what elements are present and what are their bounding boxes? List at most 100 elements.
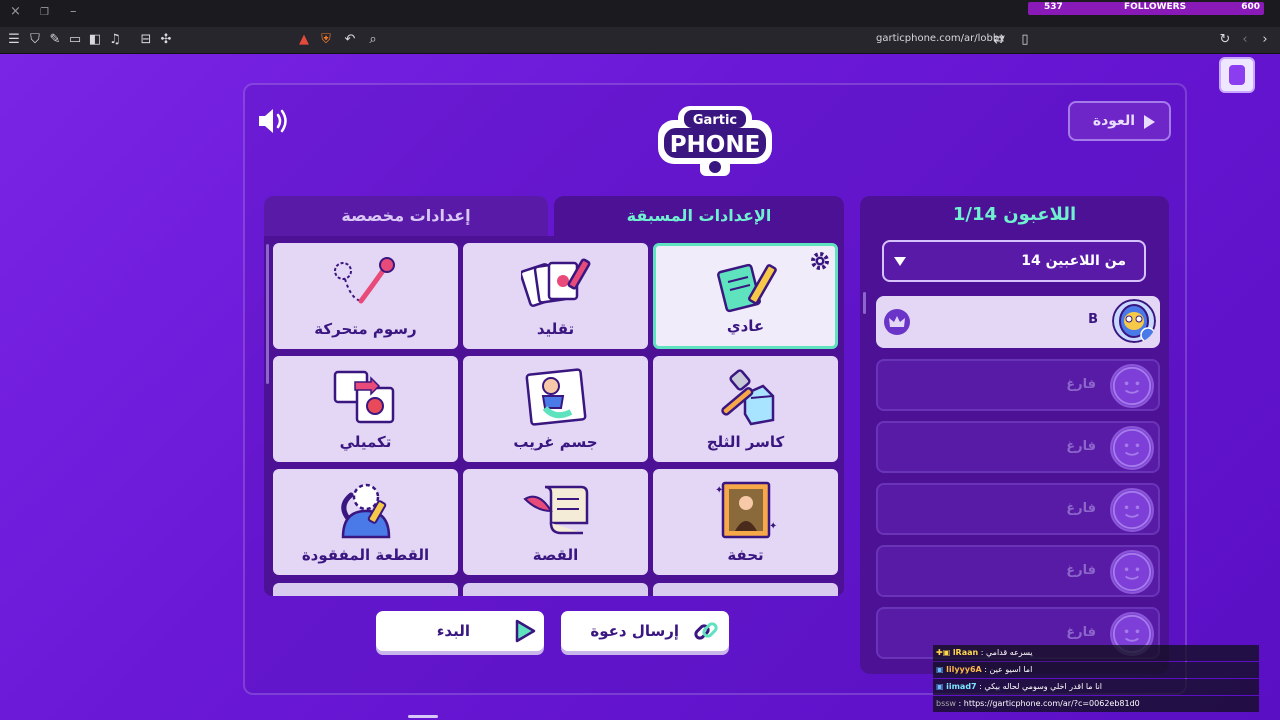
mode-title: تكميلي [339, 433, 392, 451]
address-bar-url[interactable]: garticphone.com/ar/lobby [876, 33, 1005, 44]
mode-title: رسوم متحركة [314, 320, 417, 338]
play-icon [515, 619, 536, 643]
chat-message: ▣ iimad7 : انا ما اقدر اخلي وسومي لحاله … [933, 679, 1259, 695]
notepad-pencil-icon [717, 263, 777, 313]
site-settings-icon[interactable]: ⇄ [991, 32, 1007, 48]
link-icon [694, 622, 718, 640]
undo-icon[interactable]: ↶ [342, 32, 358, 48]
animation-path-icon [334, 257, 395, 304]
mode-title: جسم غريب [513, 433, 598, 451]
restore-window-icon[interactable]: ❐ [40, 7, 49, 18]
invite-button-label: إرسال دعوة [590, 622, 679, 640]
window-icon[interactable]: ⊟ [138, 32, 154, 48]
reload-icon[interactable]: ↻ [1217, 32, 1233, 48]
gartic-phone-logo: Gartic PHONE [658, 106, 772, 176]
forward-nav-icon[interactable]: › [1257, 32, 1273, 48]
hammer-ice-icon [721, 369, 775, 426]
gear-icon[interactable] [810, 251, 830, 271]
mode-card-complement[interactable]: تكميلي [273, 356, 458, 462]
empty-avatar-icon [1110, 364, 1154, 408]
mode-card-missing-piece[interactable]: القطعة المفقودة [273, 469, 458, 575]
cards-pencil-icon [521, 258, 591, 307]
mode-title: القطعة المفقودة [301, 546, 430, 564]
mode-card-imitation[interactable]: تقليد [463, 243, 648, 349]
empty-slot-label: فارغ [1066, 377, 1096, 392]
tabs-icon[interactable]: ▭ [67, 32, 83, 48]
bookmark-icon[interactable]: ▯ [1017, 32, 1033, 48]
empty-slot-label: فارغ [1066, 439, 1096, 454]
mode-card-icebreaker[interactable]: كاسر الثلج [653, 356, 838, 462]
mode-card-weird-body[interactable]: جسم غريب [463, 356, 648, 462]
player-slot[interactable]: B [876, 296, 1160, 348]
start-button-label: البدء [436, 622, 470, 640]
logo-bottom-text: PHONE [670, 132, 761, 158]
players-panel: اللاعبون 1/14 14 من اللاعبين B فارغ فارغ… [860, 196, 1169, 674]
chat-text: https://garticphone.com/ar/?c=0062eb81d0 [963, 699, 1140, 708]
chat-user: bssw [936, 699, 956, 708]
mode-title: كاسر الثلج [706, 433, 785, 451]
sidebar-icon[interactable]: ◧ [87, 32, 103, 48]
players-scrollbar[interactable] [863, 292, 866, 314]
mode-card-normal[interactable]: عادي [653, 243, 838, 349]
zoom-icon[interactable]: ⌕ [365, 32, 381, 48]
chat-user: lilyyy6A [946, 665, 982, 674]
mona-lisa-frame-icon: ✦ ✦ [715, 481, 777, 539]
max-players-select[interactable]: 14 من اللاعبين [882, 240, 1146, 282]
followers-goal-bar: 537 FOLLOWERS 600 [1028, 2, 1264, 15]
empty-slot-label: فارغ [1066, 625, 1096, 640]
tab-custom-settings[interactable]: إعدادات مخصصة [264, 196, 548, 236]
warning-icon[interactable]: ▲ [296, 32, 312, 48]
scroll-indicator [408, 715, 438, 718]
extension-avatar-icon[interactable] [1219, 57, 1255, 93]
pin-icon[interactable]: ✎ [47, 32, 63, 48]
chat-message: ▣ lilyyy6A : اما اسيو عين [933, 662, 1259, 678]
chat-text: اما اسيو عين [989, 665, 1033, 674]
players-title: اللاعبون 1/14 [952, 204, 1077, 225]
empty-slot-label: فارغ [1066, 563, 1096, 578]
crown-icon[interactable] [884, 309, 910, 335]
back-button-label: العودة [1092, 113, 1135, 129]
mode-title: عادي [726, 317, 765, 335]
player-slot-empty: فارغ [876, 483, 1160, 535]
sound-icon[interactable] [257, 106, 291, 136]
player-name: B [1088, 312, 1098, 327]
stream-chat-overlay: ✚▣ lRaan : يسرعه قدامي ▣ lilyyy6A : اما … [933, 645, 1259, 713]
minimize-window-icon[interactable]: – [70, 4, 77, 19]
brave-shield-icon[interactable]: ⛨ [318, 32, 334, 48]
extensions-icon[interactable]: ✣ [158, 32, 174, 48]
followers-current: 537 [1044, 2, 1063, 12]
empty-avatar-icon [1110, 426, 1154, 470]
puzzle-apple-icon [333, 370, 395, 424]
scroll-quill-icon [523, 485, 589, 535]
chat-message: ✚▣ lRaan : يسرعه قدامي [933, 645, 1259, 661]
invite-button[interactable]: إرسال دعوة [561, 611, 729, 651]
mode-title: تقليد [536, 320, 575, 338]
mode-card-peek [653, 583, 838, 596]
back-button[interactable]: العودة [1068, 101, 1171, 141]
menu-icon[interactable]: ☰ [6, 32, 22, 48]
mode-card-story[interactable]: القصة [463, 469, 648, 575]
close-window-icon[interactable]: × [10, 4, 21, 19]
mode-card-animation[interactable]: رسوم متحركة [273, 243, 458, 349]
dropdown-arrow-icon [894, 257, 906, 266]
tab-preset-settings[interactable]: الإعدادات المسبقة [554, 196, 844, 236]
play-arrow-icon [1144, 115, 1155, 129]
mode-title: القصة [532, 546, 579, 564]
chat-user: iimad7 [946, 682, 977, 691]
mode-card-peek [273, 583, 458, 596]
music-icon[interactable]: ♫ [107, 32, 123, 48]
mode-card-peek [463, 583, 648, 596]
game-page: العودة Gartic PHONE إعدادات مخصصة الإعدا… [0, 54, 1280, 720]
empty-slot-label: فارغ [1066, 501, 1096, 516]
shield-icon[interactable]: ⛉ [27, 32, 43, 48]
svg-text:✦: ✦ [769, 521, 777, 532]
followers-goal: 600 [1241, 2, 1260, 12]
mode-grid-scrollbar[interactable] [266, 244, 269, 384]
player-slot-empty: فارغ [876, 359, 1160, 411]
max-players-value: 14 من اللاعبين [1021, 253, 1126, 269]
empty-avatar-icon [1110, 488, 1154, 532]
start-button[interactable]: البدء [376, 611, 544, 651]
mode-title: تحفة [727, 546, 764, 564]
back-nav-icon[interactable]: ‹ [1237, 32, 1253, 48]
mode-card-masterpiece[interactable]: ✦ ✦ تحفة [653, 469, 838, 575]
